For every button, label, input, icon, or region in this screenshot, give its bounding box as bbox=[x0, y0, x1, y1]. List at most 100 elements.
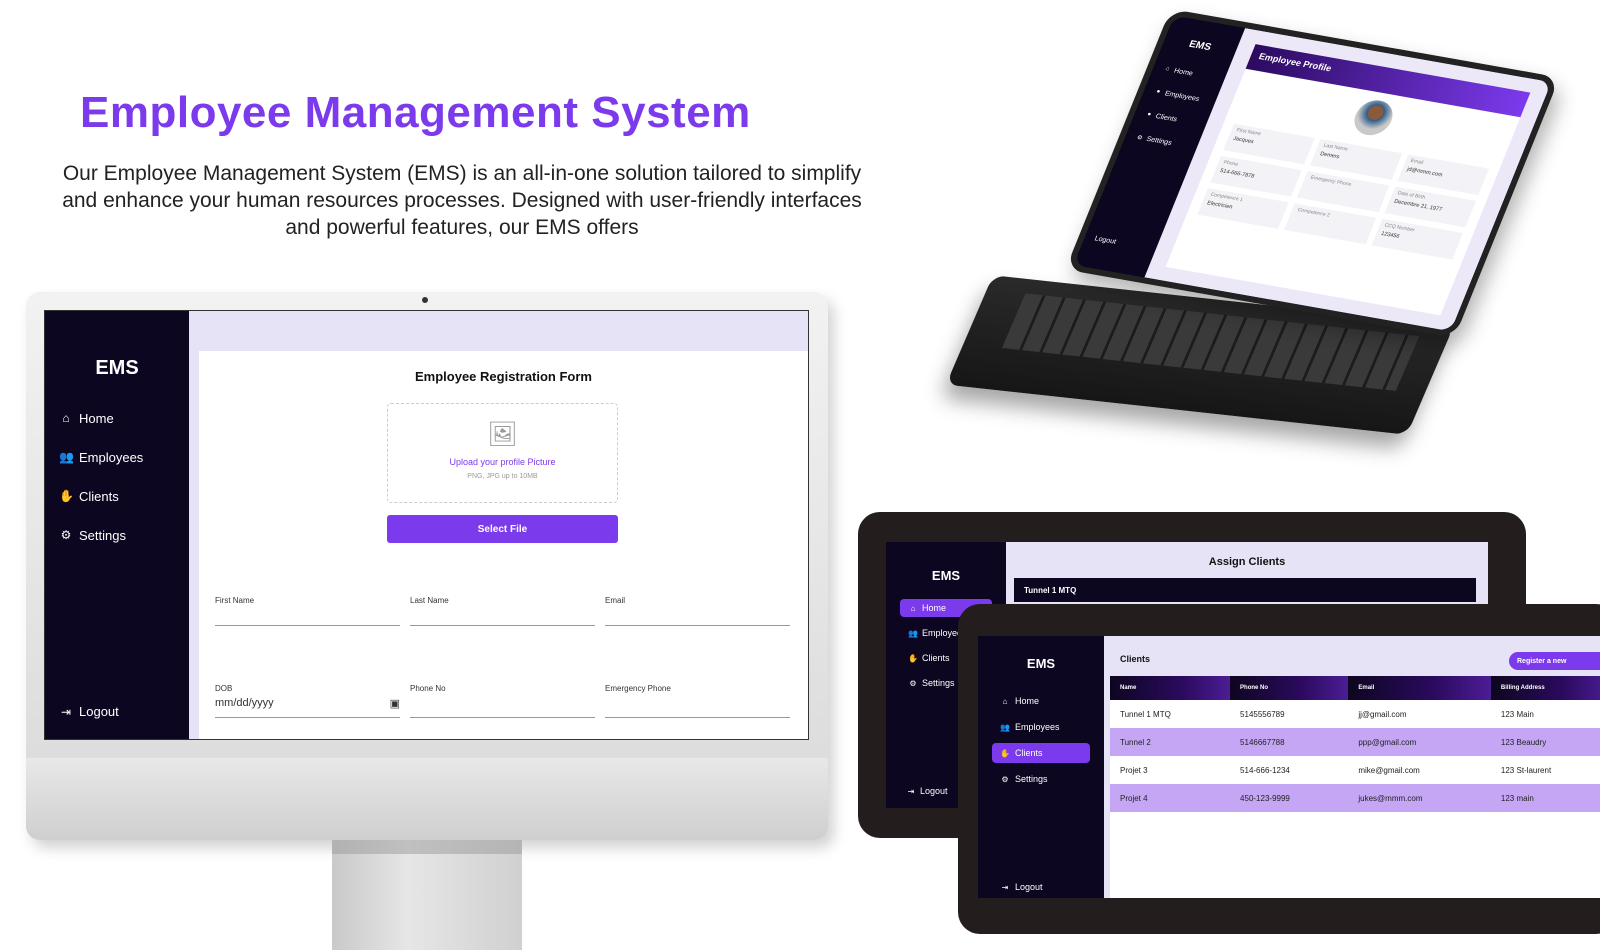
column-header: Email bbox=[1348, 676, 1491, 700]
register-client-button[interactable]: Register a new bbox=[1509, 652, 1600, 670]
gear-icon: ⚙ bbox=[60, 528, 72, 542]
table-cell: 123 St-laurent bbox=[1490, 756, 1600, 784]
email-field[interactable]: Email bbox=[605, 596, 790, 626]
last-name-field[interactable]: Last Name bbox=[410, 596, 595, 626]
home-icon: ⌂ bbox=[1002, 696, 1008, 706]
table-row[interactable]: Projet 3 514-666-1234 mike@gmail.com 123 St… bbox=[1110, 756, 1600, 784]
hero-description: Our Employee Management System (EMS) is … bbox=[62, 162, 862, 239]
sidebar-item-label: Clients bbox=[922, 653, 950, 663]
field-label: First Name bbox=[215, 596, 255, 605]
upload-dropzone[interactable]: 🖼 Upload your profile Picture PNG, JPG u… bbox=[387, 403, 618, 503]
clients-header: Clients Register a new bbox=[1110, 636, 1600, 676]
sidebar-item-label: Home bbox=[1015, 696, 1040, 706]
profile-fields: First Name Jacques Last Name Demers Email jd@… bbox=[1197, 123, 1490, 260]
sidebar: EMS ⌂ Home 👥 Employees ✋ Clients ⚙ Settings … bbox=[978, 636, 1104, 898]
column-header: Billing Address bbox=[1490, 676, 1600, 700]
logout-icon: ⇥ bbox=[907, 787, 915, 796]
sidebar-item-label: Home bbox=[79, 410, 114, 426]
sidebar-item-label: Employees bbox=[1015, 722, 1060, 732]
column-header: Phone No bbox=[1230, 676, 1349, 700]
handshake-icon: ✋ bbox=[908, 653, 918, 663]
users-icon: 👥 bbox=[59, 450, 74, 464]
laptop-screen: EMS ⌂ Home 👥 Employees ✋ Clients ⚙ Settings … bbox=[978, 636, 1600, 898]
select-file-button[interactable]: Select File bbox=[387, 515, 618, 543]
profile-field: Competence 2 bbox=[1284, 203, 1377, 245]
form-title: Employee Registration Form bbox=[415, 369, 592, 384]
logout-icon: ⇥ bbox=[1001, 883, 1009, 892]
sidebar-item-settings[interactable]: ⚙ Settings bbox=[1123, 128, 1199, 154]
sidebar-item-label: Employees bbox=[79, 449, 144, 465]
users-icon: 👥 bbox=[908, 628, 918, 638]
monitor-stand bbox=[332, 840, 522, 950]
sidebar-item-clients[interactable]: ✋ Clients bbox=[45, 486, 189, 506]
sidebar-item-clients[interactable]: ● Clients bbox=[1133, 106, 1209, 132]
clients-panel: Clients Register a new Name Phone No Email… bbox=[1110, 636, 1600, 898]
sidebar-item-label: Home bbox=[1172, 67, 1195, 77]
field-label: DOB bbox=[215, 684, 233, 693]
dob-field[interactable]: DOB mm/dd/yyyy ▣ bbox=[215, 684, 400, 718]
table-cell: mike@gmail.com bbox=[1348, 756, 1491, 784]
sidebar-logo: EMS bbox=[931, 568, 961, 583]
sidebar-item-clients[interactable]: ✋ Clients bbox=[992, 743, 1090, 763]
sidebar-logo: EMS bbox=[1187, 38, 1213, 54]
sidebar-item-home[interactable]: ⌂ Home bbox=[992, 691, 1090, 711]
tablet-screen: EMS ⌂ Home ● Employees ● Clients ⚙ Settings … bbox=[1065, 8, 1560, 339]
upload-text[interactable]: Upload your profile Picture bbox=[388, 457, 617, 467]
clients-table: Name Phone No Email Billing Address Tunnel … bbox=[1110, 676, 1600, 812]
sidebar-item-label: Home bbox=[922, 603, 947, 613]
sidebar-logo: EMS bbox=[1026, 656, 1056, 671]
field-label: Last Name bbox=[410, 596, 449, 605]
emergency-phone-field[interactable]: Emergency Phone bbox=[605, 684, 790, 718]
image-add-icon: 🖼 bbox=[487, 421, 518, 448]
table-cell: Projet 4 bbox=[1110, 784, 1231, 812]
sidebar-item-settings[interactable]: ⚙ Settings bbox=[45, 525, 189, 545]
sidebar-item-home[interactable]: ⌂ Home bbox=[1151, 60, 1227, 86]
table-row[interactable]: Tunnel 1 MTQ 5145556789 jj@gmail.com 123 Ma… bbox=[1110, 700, 1600, 728]
table-cell: 123 main bbox=[1490, 784, 1600, 812]
monitor-device: EMS ⌂ Home 👥 Employees ✋ Clients ⚙ Settings … bbox=[26, 292, 828, 840]
sidebar-item-employees[interactable]: 👥 Employees bbox=[45, 447, 189, 467]
sidebar-item-label: Settings bbox=[922, 678, 955, 688]
logout-button[interactable]: ⇥ Logout bbox=[59, 704, 119, 719]
logout-label: Logout bbox=[1093, 235, 1118, 246]
phone-field[interactable]: Phone No bbox=[410, 684, 595, 718]
sidebar-logo: EMS bbox=[95, 357, 139, 379]
home-icon: ⌂ bbox=[1164, 66, 1171, 73]
table-cell: Projet 3 bbox=[1110, 756, 1231, 784]
handshake-icon: ✋ bbox=[1000, 748, 1010, 758]
logout-label: Logout bbox=[79, 704, 119, 719]
table-cell: 514-666-1234 bbox=[1230, 756, 1349, 784]
table-cell: ppp@gmail.com bbox=[1348, 728, 1491, 756]
handshake-icon: ● bbox=[1146, 111, 1152, 118]
sidebar-item-label: Settings bbox=[1145, 135, 1173, 147]
gear-icon: ⚙ bbox=[1135, 134, 1144, 142]
logout-button[interactable]: ⇥ Logout bbox=[906, 786, 948, 796]
field-label: Emergency Phone bbox=[605, 684, 671, 693]
sidebar-item-settings[interactable]: ⚙ Settings bbox=[992, 769, 1090, 789]
upload-hint: PNG, JPG up to 10MB bbox=[467, 473, 538, 480]
calendar-icon[interactable]: ▣ bbox=[390, 697, 400, 710]
logout-button[interactable]: ⇥ Logout bbox=[1000, 882, 1043, 892]
sidebar-item-employees[interactable]: 👥 Employees bbox=[992, 717, 1090, 737]
logout-label: Logout bbox=[1015, 882, 1043, 892]
profile-field-label: Competence 2 bbox=[1296, 207, 1331, 219]
sidebar-item-label: Clients bbox=[1015, 748, 1043, 758]
profile-field: CCQ Number 123456 bbox=[1371, 218, 1464, 260]
table-cell: Tunnel 2 bbox=[1110, 728, 1231, 756]
sidebar-item-home[interactable]: ⌂ Home bbox=[45, 408, 189, 428]
logout-button[interactable]: Logout bbox=[1093, 235, 1117, 245]
sidebar-item-label: Employees bbox=[1163, 89, 1201, 103]
table-row[interactable]: Projet 4 450-123-9999 jukes@mmm.com 123 mai… bbox=[1110, 784, 1600, 812]
table-cell: 5146667788 bbox=[1230, 728, 1349, 756]
sidebar-item-employees[interactable]: ● Employees bbox=[1142, 83, 1218, 109]
assign-client-row[interactable]: Tunnel 1 MTQ bbox=[1014, 578, 1476, 602]
gear-icon: ⚙ bbox=[1001, 774, 1009, 784]
sidebar-item-label: Clients bbox=[79, 488, 119, 504]
table-row[interactable]: Tunnel 2 5146667788 ppp@gmail.com 123 Beaud… bbox=[1110, 728, 1600, 756]
field-label: Phone No bbox=[410, 684, 446, 693]
avatar bbox=[1348, 97, 1398, 138]
page-title: Clients bbox=[1120, 654, 1151, 664]
home-icon: ⌂ bbox=[62, 411, 70, 425]
first-name-field[interactable]: First Name bbox=[215, 596, 400, 626]
gear-icon: ⚙ bbox=[909, 678, 917, 688]
